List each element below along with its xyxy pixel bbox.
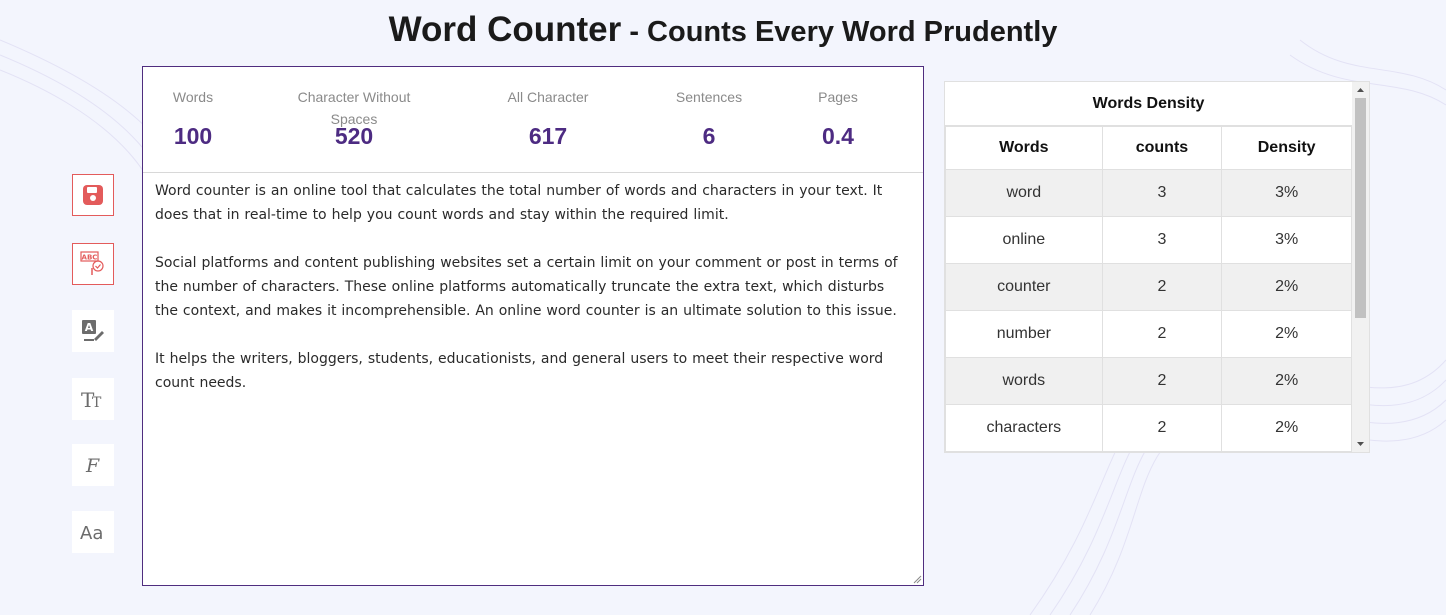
stat-characters-without-spaces: Character Without Spaces 520: [289, 86, 419, 149]
svg-text:T: T: [92, 395, 102, 411]
cell-word: word: [945, 169, 1103, 217]
stat-words: Words 100: [153, 86, 233, 149]
column-header-counts: counts: [1101, 126, 1223, 170]
column-header-words: Words: [945, 126, 1103, 170]
page-title-subtitle: - Counts Every Word Prudently: [621, 16, 1058, 48]
stat-pages: Pages 0.4: [798, 86, 878, 149]
spell-check-button[interactable]: ABC: [72, 243, 114, 285]
column-header-density: Density: [1221, 126, 1352, 170]
cell-word: number: [945, 310, 1103, 358]
cell-density: 3%: [1221, 169, 1352, 217]
font-style-button[interactable]: F: [72, 444, 114, 486]
stat-value: 617: [528, 123, 568, 149]
svg-text:ABC: ABC: [82, 254, 98, 262]
text-size-button[interactable]: T T: [72, 378, 114, 420]
grammar-check-button[interactable]: A: [72, 310, 114, 352]
text-input-area[interactable]: Word counter is an online tool that calc…: [143, 174, 923, 585]
scrollbar-thumb[interactable]: [1355, 98, 1366, 318]
word-counter-editor: Words 100 Character Without Spaces 520 A…: [142, 66, 924, 586]
stat-label: All Character: [507, 89, 589, 105]
cell-count: 3: [1101, 169, 1223, 217]
stat-value: 520: [334, 123, 374, 149]
stat-all-characters: All Character 617: [488, 86, 608, 149]
stat-sentences: Sentences 6: [659, 86, 759, 149]
table-row: characters 2 2%: [945, 404, 1352, 452]
table-row: online 3 3%: [945, 216, 1352, 264]
density-title: Words Density: [945, 82, 1352, 126]
cell-count: 2: [1101, 263, 1223, 311]
stat-label: Sentences: [675, 89, 743, 105]
scroll-down-arrow-icon[interactable]: [1352, 437, 1369, 451]
words-density-panel: Words Density Words counts Density word …: [944, 81, 1370, 453]
page-title: Word Counter - Counts Every Word Prudent…: [0, 10, 1446, 50]
page-title-main: Word Counter: [388, 10, 622, 49]
resize-handle-icon[interactable]: [912, 574, 922, 584]
svg-text:F: F: [85, 455, 100, 477]
cell-word: words: [945, 357, 1103, 405]
stats-bar: Words 100 Character Without Spaces 520 A…: [143, 67, 923, 173]
stat-value: 100: [173, 123, 213, 149]
svg-text:A: A: [85, 321, 94, 334]
text-case-button[interactable]: Aa: [72, 511, 114, 553]
text-size-icon: T T: [81, 388, 102, 412]
density-scrollbar[interactable]: [1352, 82, 1369, 452]
table-row: counter 2 2%: [945, 263, 1352, 311]
save-button[interactable]: [72, 174, 114, 216]
table-row: number 2 2%: [945, 310, 1352, 358]
text-case-icon: Aa: [80, 523, 103, 544]
stat-label: Words: [172, 89, 214, 105]
cell-count: 2: [1101, 357, 1223, 405]
cell-density: 2%: [1221, 404, 1352, 452]
cell-count: 2: [1101, 310, 1223, 358]
grammar-check-icon: A: [82, 320, 104, 341]
cell-word: online: [945, 216, 1103, 264]
cell-word: counter: [945, 263, 1103, 311]
table-row: words 2 2%: [945, 357, 1352, 405]
cell-word: characters: [945, 404, 1103, 452]
svg-text:Aa: Aa: [80, 523, 103, 544]
font-style-icon: F: [85, 455, 100, 477]
scroll-up-arrow-icon[interactable]: [1352, 83, 1369, 97]
cell-density: 2%: [1221, 310, 1352, 358]
cell-count: 2: [1101, 404, 1223, 452]
save-icon: [83, 185, 103, 205]
stat-value: 6: [702, 123, 716, 149]
cell-density: 3%: [1221, 216, 1352, 264]
cell-density: 2%: [1221, 357, 1352, 405]
density-table: Words counts Density word 3 3% online 3 …: [945, 126, 1352, 452]
cell-density: 2%: [1221, 263, 1352, 311]
cell-count: 3: [1101, 216, 1223, 264]
stat-label: Pages: [818, 89, 858, 105]
stat-value: 0.4: [822, 123, 854, 149]
table-row: word 3 3%: [945, 169, 1352, 217]
spell-check-icon: ABC: [80, 251, 104, 275]
